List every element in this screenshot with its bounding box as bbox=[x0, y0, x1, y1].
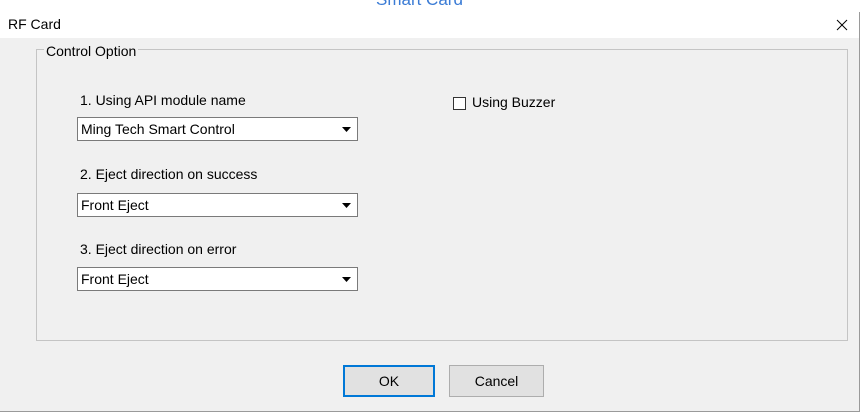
api-module-label: 1. Using API module name bbox=[80, 92, 246, 108]
close-button[interactable] bbox=[827, 12, 857, 38]
api-module-select[interactable]: Ming Tech Smart Control bbox=[77, 117, 358, 141]
eject-success-select[interactable]: Front Eject bbox=[77, 193, 358, 217]
api-module-value: Ming Tech Smart Control bbox=[81, 121, 235, 137]
api-module-dropdown-button[interactable] bbox=[336, 119, 356, 139]
buzzer-label[interactable]: Using Buzzer bbox=[472, 94, 555, 110]
ok-button-label: OK bbox=[378, 373, 400, 389]
chevron-down-icon bbox=[341, 126, 351, 132]
eject-success-label: 2. Eject direction on success bbox=[80, 166, 258, 182]
rf-card-dialog: RF Card Control Option 1. Using API modu… bbox=[0, 12, 860, 412]
cancel-button-label: Cancel bbox=[474, 373, 519, 389]
eject-error-label: 3. Eject direction on error bbox=[80, 241, 237, 257]
background-window-title: Smart Card bbox=[376, 0, 463, 10]
control-option-legend: Control Option bbox=[44, 43, 139, 59]
eject-success-value: Front Eject bbox=[81, 197, 149, 213]
background-window-strip: Smart Card bbox=[0, 0, 860, 12]
close-icon bbox=[836, 19, 848, 31]
chevron-down-icon bbox=[341, 202, 351, 208]
chevron-down-icon bbox=[341, 276, 351, 282]
buzzer-checkbox[interactable] bbox=[453, 97, 466, 110]
eject-error-value: Front Eject bbox=[81, 271, 149, 287]
eject-error-dropdown-button[interactable] bbox=[336, 269, 356, 289]
ok-button[interactable]: OK bbox=[343, 365, 435, 397]
cancel-button[interactable]: Cancel bbox=[449, 365, 544, 397]
screen: Smart Card RF Card Control Option 1. Usi… bbox=[0, 0, 860, 412]
eject-success-dropdown-button[interactable] bbox=[336, 195, 356, 215]
eject-error-select[interactable]: Front Eject bbox=[77, 267, 358, 291]
dialog-title: RF Card bbox=[8, 16, 61, 32]
dialog-titlebar[interactable]: RF Card bbox=[0, 12, 859, 38]
